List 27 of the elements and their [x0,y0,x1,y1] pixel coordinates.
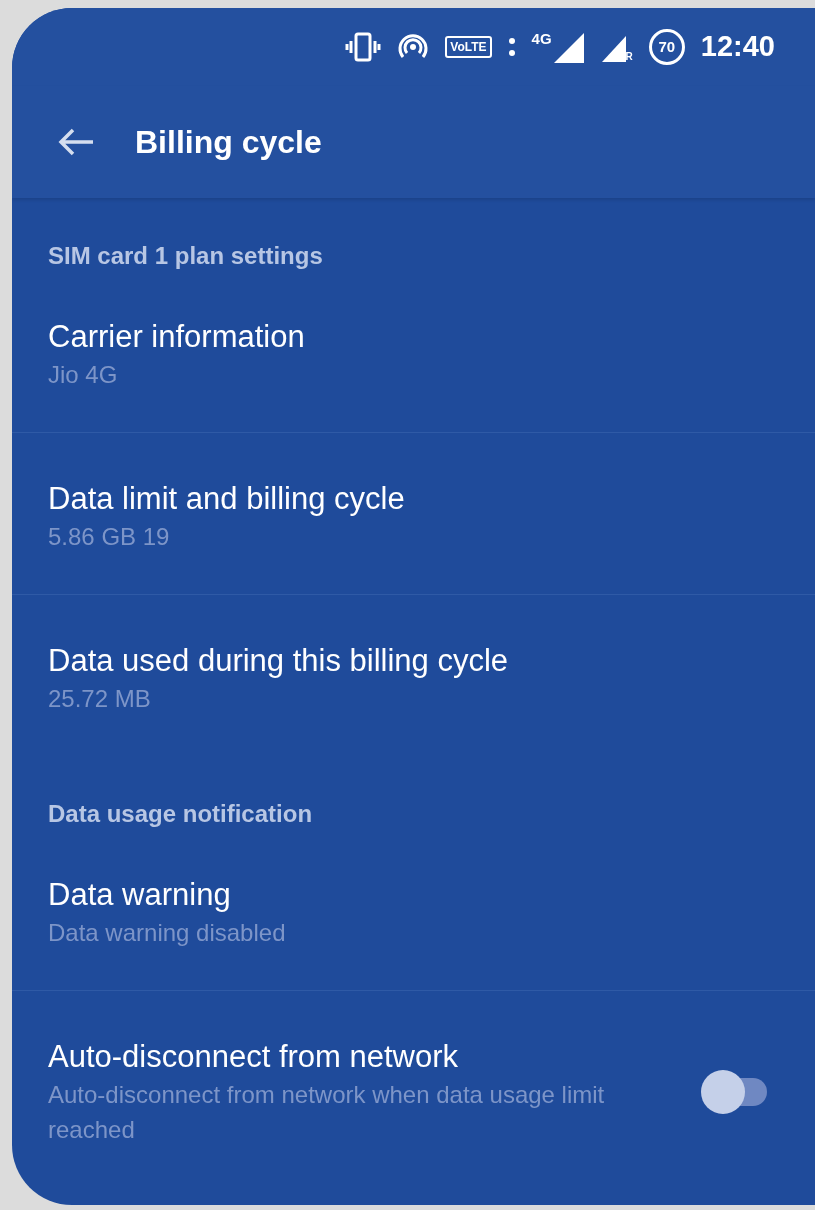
setting-row[interactable]: Data warning Data warning disabled [12,829,815,990]
back-icon[interactable] [57,127,95,157]
network-type-label: 4G [531,31,552,46]
setting-row[interactable]: Carrier information Jio 4G [12,271,815,432]
setting-title: Auto-disconnect from network [48,1038,460,1076]
setting-summary: 5.86 GB 19 [48,522,171,552]
clock-time: 12:40 [700,29,775,65]
setting-summary: Data warning disabled [48,918,287,948]
setting-title: Data limit and billing cycle [48,480,406,518]
battery-indicator: 70 [648,29,685,65]
screen-title: Billing cycle [135,122,322,162]
section-header: Data usage notification [48,800,313,827]
roaming-label: R [625,52,633,62]
data-activity-icon [507,36,516,58]
toggle-setting-row[interactable]: Auto-disconnect from network Auto-disconnect from network when data usage limit reached [12,990,815,1187]
setting-summary: Auto-disconnect from network when data usage limit reached [48,1080,606,1145]
toggle-switch[interactable] [701,1070,767,1114]
setting-title: Data used during this billing cycle [48,642,510,680]
volte-badge: VoLTE [445,36,492,58]
setting-summary: Jio 4G [48,360,119,390]
section-header: SIM card 1 plan settings [48,242,323,269]
setting-title: Data warning [48,876,232,914]
setting-row[interactable]: Data used during this billing cycle 25.72 MB [12,594,815,756]
vibrate-icon [345,32,382,62]
setting-title: Carrier information [48,318,306,356]
setting-summary: 25.72 MB [48,684,152,714]
setting-row[interactable]: Data limit and billing cycle 5.86 GB 19 [12,432,815,594]
